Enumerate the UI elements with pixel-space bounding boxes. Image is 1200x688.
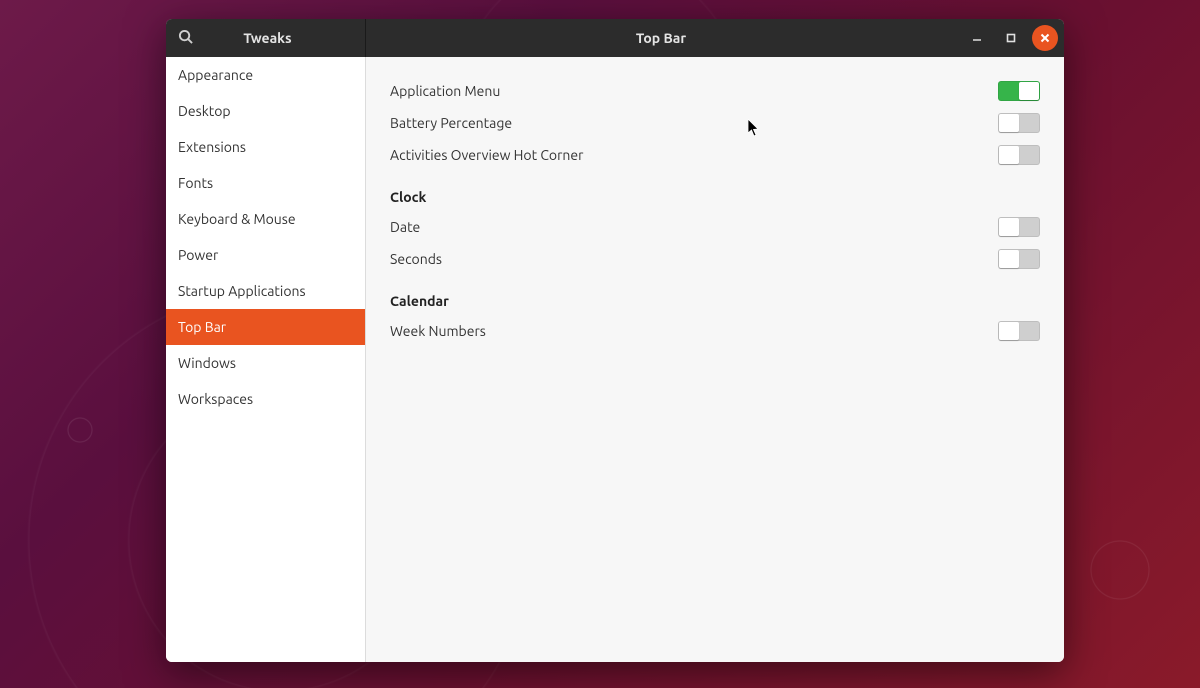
- toggle-knob: [999, 218, 1019, 236]
- toggle-knob: [999, 322, 1019, 340]
- sidebar-item-desktop[interactable]: Desktop: [166, 93, 365, 129]
- section-title-calendar: Calendar: [390, 293, 1040, 309]
- sidebar-item-extensions[interactable]: Extensions: [166, 129, 365, 165]
- toggle-battery-percentage[interactable]: [998, 113, 1040, 133]
- setting-row: Battery Percentage: [390, 107, 1040, 139]
- setting-label: Battery Percentage: [390, 115, 512, 131]
- sidebar-item-label: Appearance: [178, 67, 253, 83]
- setting-row: Date: [390, 211, 1040, 243]
- sidebar-item-label: Fonts: [178, 175, 213, 191]
- sidebar-item-label: Desktop: [178, 103, 231, 119]
- setting-row: Application Menu: [390, 75, 1040, 107]
- search-button[interactable]: [166, 29, 204, 47]
- sidebar-item-label: Workspaces: [178, 391, 253, 407]
- setting-label: Seconds: [390, 251, 442, 267]
- content-area: Application Menu Battery Percentage Activi…: [366, 57, 1064, 662]
- toggle-application-menu[interactable]: [998, 81, 1040, 101]
- toggle-knob: [1019, 82, 1039, 100]
- setting-row: Seconds: [390, 243, 1040, 275]
- sidebar-item-top-bar[interactable]: Top Bar: [166, 309, 365, 345]
- sidebar-item-label: Power: [178, 247, 218, 263]
- sidebar-item-appearance[interactable]: Appearance: [166, 57, 365, 93]
- search-icon: [178, 29, 193, 47]
- setting-label: Activities Overview Hot Corner: [390, 147, 583, 163]
- setting-label: Week Numbers: [390, 323, 486, 339]
- sidebar-item-label: Top Bar: [178, 319, 226, 335]
- titlebar: Tweaks Top Bar: [166, 19, 1064, 57]
- sidebar-item-keyboard-mouse[interactable]: Keyboard & Mouse: [166, 201, 365, 237]
- setting-row: Activities Overview Hot Corner: [390, 139, 1040, 171]
- sidebar-item-label: Windows: [178, 355, 236, 371]
- window-body: Appearance Desktop Extensions Fonts Keyboard…: [166, 57, 1064, 662]
- close-button[interactable]: [1032, 25, 1058, 51]
- toggle-week-numbers[interactable]: [998, 321, 1040, 341]
- toggle-activities-overview-hot-corner[interactable]: [998, 145, 1040, 165]
- minimize-icon: [972, 30, 982, 46]
- setting-label: Application Menu: [390, 83, 500, 99]
- window-controls: [956, 25, 1064, 51]
- close-icon: [1040, 30, 1050, 46]
- sidebar-item-fonts[interactable]: Fonts: [166, 165, 365, 201]
- toggle-knob: [999, 250, 1019, 268]
- toggle-knob: [999, 146, 1019, 164]
- tweaks-window: Tweaks Top Bar Appearance Desktop Extensio…: [166, 19, 1064, 662]
- sidebar-item-startup-applications[interactable]: Startup Applications: [166, 273, 365, 309]
- setting-row: Week Numbers: [390, 315, 1040, 347]
- titlebar-left: Tweaks: [166, 19, 366, 57]
- sidebar-item-label: Startup Applications: [178, 283, 306, 299]
- sidebar-item-label: Extensions: [178, 139, 246, 155]
- toggle-date[interactable]: [998, 217, 1040, 237]
- minimize-button[interactable]: [964, 25, 990, 51]
- sidebar-item-label: Keyboard & Mouse: [178, 211, 296, 227]
- maximize-icon: [1006, 30, 1016, 46]
- sidebar-item-workspaces[interactable]: Workspaces: [166, 381, 365, 417]
- sidebar-item-windows[interactable]: Windows: [166, 345, 365, 381]
- sidebar-item-power[interactable]: Power: [166, 237, 365, 273]
- toggle-knob: [999, 114, 1019, 132]
- toggle-seconds[interactable]: [998, 249, 1040, 269]
- maximize-button[interactable]: [998, 25, 1024, 51]
- section-title-clock: Clock: [390, 189, 1040, 205]
- app-title: Tweaks: [204, 30, 365, 46]
- page-title: Top Bar: [366, 30, 956, 46]
- sidebar: Appearance Desktop Extensions Fonts Keyboard…: [166, 57, 366, 662]
- setting-label: Date: [390, 219, 420, 235]
